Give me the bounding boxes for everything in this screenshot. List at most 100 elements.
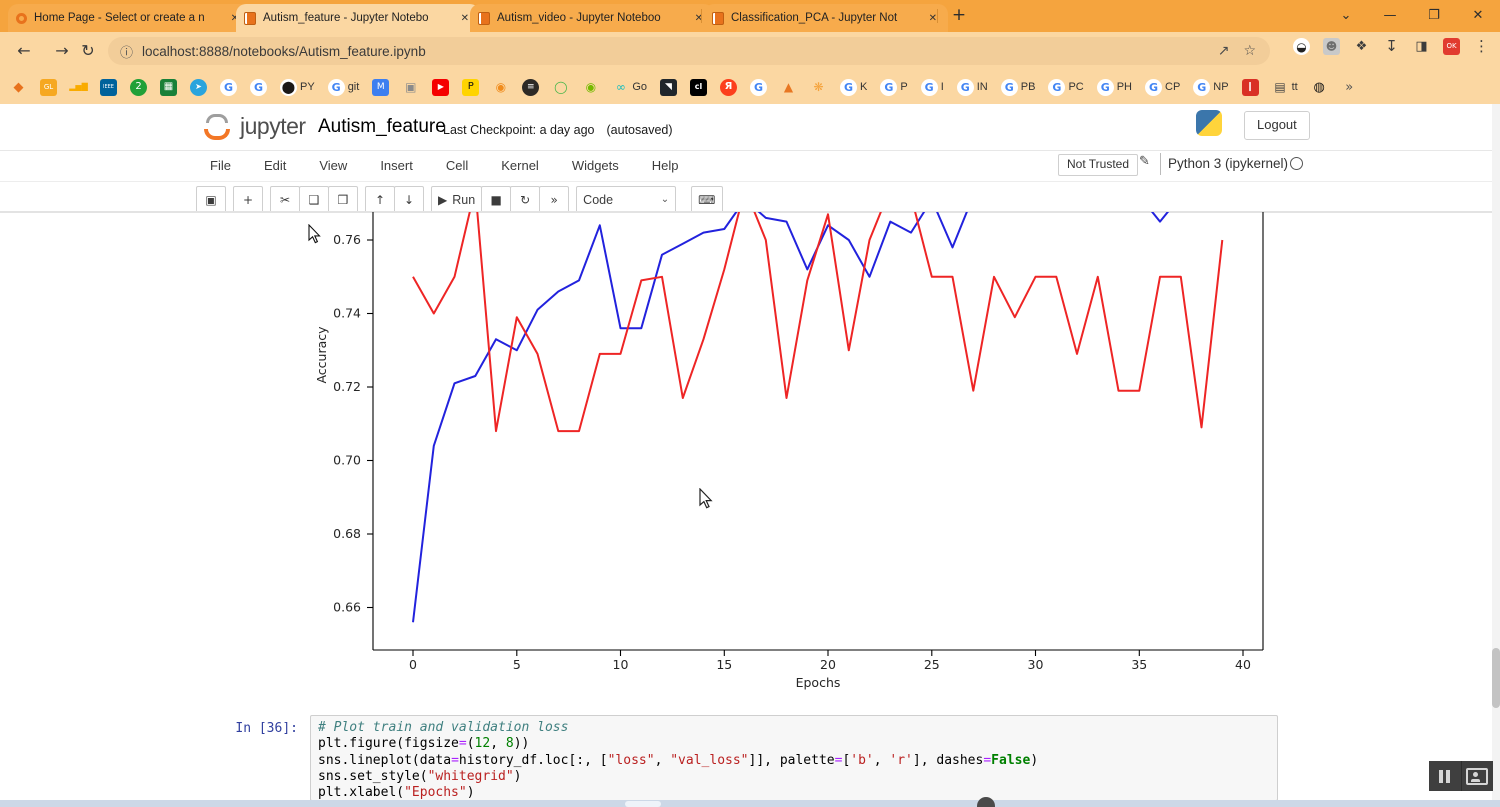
menu-help[interactable]: Help (649, 158, 682, 173)
profile-extension-icon[interactable]: ☻ (1323, 38, 1340, 55)
menu-file[interactable]: File (207, 158, 234, 173)
move-cell-up-button-icon: ↑ (375, 193, 385, 207)
save-button[interactable]: ▣ (196, 186, 226, 213)
bm-google-k[interactable]: GK (840, 79, 867, 96)
browser-menu-icon[interactable]: ⋮ (1473, 38, 1490, 55)
bm-bird[interactable]: ◥ (660, 79, 677, 96)
bm-m-blue-icon: M (372, 79, 389, 96)
bm-globe[interactable]: ◍ (1311, 79, 1328, 96)
bm-badge-2[interactable]: 2 (130, 79, 147, 96)
bm-kite[interactable]: ◆ (10, 79, 27, 96)
bm-google-i[interactable]: GI (921, 79, 944, 96)
bm-google-3[interactable]: G (750, 79, 767, 96)
bm-google-p[interactable]: GP (880, 79, 907, 96)
close-button[interactable]: ✕ (1456, 0, 1500, 32)
menu-kernel[interactable]: Kernel (498, 158, 542, 173)
bm-gitlab-cube[interactable]: GL (40, 79, 57, 96)
ok-badge-icon[interactable]: OK (1443, 38, 1460, 55)
command-palette-button[interactable]: ⌨ (691, 186, 722, 213)
share-icon[interactable]: ↗ (1218, 43, 1230, 59)
omnibox[interactable]: ⓘ localhost:8888/notebooks/Autism_featur… (108, 37, 1270, 65)
menu-edit[interactable]: Edit (261, 158, 289, 173)
bm-google-ph[interactable]: GPH (1097, 79, 1132, 96)
bm-overflow[interactable]: » (1341, 79, 1358, 96)
side-panel-icon[interactable]: ◨ (1413, 38, 1430, 55)
bm-cl[interactable]: cl (690, 79, 707, 96)
move-cell-up-button[interactable]: ↑ (365, 186, 395, 213)
run-button-label: Run (452, 193, 475, 207)
browser-tab-classification-pca[interactable]: Classification_PCA - Jupyter Not ✕ (704, 4, 948, 32)
bm-google-1[interactable]: G (220, 79, 237, 96)
copy-cells-button[interactable]: ❑ (299, 186, 329, 213)
notebook-header: jupyter Autism_feature Last Checkpoint: … (0, 104, 1500, 151)
picture-in-picture-button[interactable] (1461, 761, 1494, 791)
cell-type-select[interactable]: Code⌄ (576, 186, 676, 213)
browser-tab-autism-feature[interactable]: Autism_feature - Jupyter Notebo ✕ (236, 4, 480, 32)
bm-github[interactable]: ⬤PY (280, 79, 315, 96)
browser-tab-home[interactable]: Home Page - Select or create a n ✕ (8, 4, 250, 32)
jupyter-logo[interactable] (202, 112, 234, 142)
browser-tab-autism-video[interactable]: Autism_video - Jupyter Noteboo ✕ (470, 4, 714, 32)
bm-google-git[interactable]: Ggit (328, 79, 360, 96)
bm-sheets[interactable]: ▦ (160, 79, 177, 96)
bm-google-pc[interactable]: GPC (1048, 79, 1083, 96)
downloads-icon[interactable]: ↧ (1383, 38, 1400, 55)
restart-run-all-button[interactable]: » (539, 186, 569, 213)
reload-icon[interactable]: ↻ (76, 39, 100, 63)
menu-view[interactable]: View (316, 158, 350, 173)
bm-godaddy[interactable]: ∞Go (612, 79, 647, 96)
url-text[interactable]: localhost:8888/notebooks/Autism_feature.… (142, 44, 1218, 59)
interrupt-kernel-button[interactable]: ■ (481, 186, 511, 213)
maximize-button[interactable]: ❐ (1412, 0, 1456, 32)
bm-matlab[interactable]: ▲ (780, 79, 797, 96)
scrollbar-thumb[interactable] (1492, 648, 1500, 708)
bookmark-star-icon[interactable]: ☆ (1243, 43, 1256, 59)
run-button[interactable]: ▶Run (431, 186, 482, 213)
add-cell-button[interactable]: + (233, 186, 263, 213)
edit-title-pencil-icon[interactable]: ✎ (1139, 154, 1150, 169)
menu-widgets[interactable]: Widgets (569, 158, 622, 173)
bm-exit-red[interactable]: ❙ (1242, 79, 1259, 96)
bm-nvidia[interactable]: ◉ (582, 79, 599, 96)
bm-google-2[interactable]: G (250, 79, 267, 96)
bm-google-cp[interactable]: GCP (1145, 79, 1180, 96)
cut-cells-button[interactable]: ✂ (270, 186, 300, 213)
extensions-puzzle-icon[interactable]: ❖ (1353, 38, 1370, 55)
not-trusted-button[interactable]: Not Trusted (1058, 154, 1138, 176)
new-tab-button[interactable]: + (948, 5, 970, 27)
minimize-button[interactable]: — (1368, 0, 1412, 32)
bm-robot[interactable]: ▣ (402, 79, 419, 96)
bm-youtube[interactable]: ▶ (432, 79, 449, 96)
bm-paw[interactable]: ❋ (810, 79, 827, 96)
menu-cell[interactable]: Cell (443, 158, 471, 173)
logout-button[interactable]: Logout (1244, 111, 1310, 140)
menu-insert[interactable]: Insert (377, 158, 416, 173)
move-cell-down-button[interactable]: ↓ (394, 186, 424, 213)
bm-google-in[interactable]: GIN (957, 79, 988, 96)
bm-m-blue[interactable]: M (372, 79, 389, 96)
code-cell[interactable]: # Plot train and validation lossplt.figu… (310, 715, 1278, 801)
bm-google-np[interactable]: GNP (1193, 79, 1228, 96)
bm-analytics[interactable]: ▂▅▇ (70, 79, 87, 96)
kernel-name[interactable]: Python 3 (ipykernel) (1168, 156, 1288, 171)
notebook-title[interactable]: Autism_feature (318, 116, 446, 138)
tab-search-chevron-icon[interactable]: ⌄ (1324, 0, 1368, 32)
restart-kernel-button[interactable]: ↻ (510, 186, 540, 213)
bm-camera[interactable]: ◉ (492, 79, 509, 96)
panda-extension-icon[interactable]: ◒ (1293, 38, 1310, 55)
scrollbar-track[interactable] (1492, 104, 1500, 807)
forward-icon[interactable]: → (50, 39, 74, 63)
bm-telegram[interactable]: ➤ (190, 79, 207, 96)
bm-yandex[interactable]: Я (720, 79, 737, 96)
bm-cart[interactable]: ≡ (522, 79, 539, 96)
back-icon[interactable]: ← (12, 39, 36, 63)
bm-sheets-icon: ▦ (160, 79, 177, 96)
pause-button[interactable] (1429, 761, 1461, 791)
bm-ieee[interactable]: IEEE (100, 79, 117, 96)
bm-printer[interactable]: ▤tt (1272, 79, 1298, 96)
site-info-icon[interactable]: ⓘ (120, 42, 133, 61)
bm-google-pb[interactable]: GPB (1001, 79, 1036, 96)
bm-green-ring[interactable]: ◯ (552, 79, 569, 96)
paste-cells-button[interactable]: ❒ (328, 186, 358, 213)
bm-p-yellow[interactable]: P (462, 79, 479, 96)
